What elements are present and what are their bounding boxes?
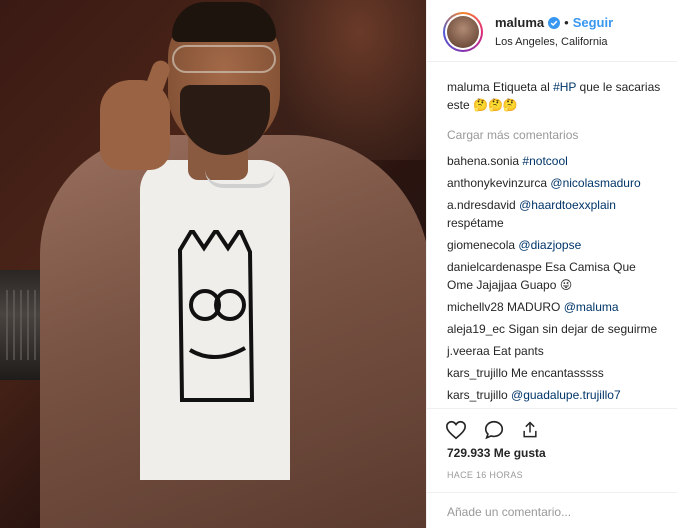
comments-list[interactable]: maluma Etiqueta al #HP que le sacarias e… bbox=[427, 62, 677, 408]
comment-username[interactable]: kars_trujillo bbox=[447, 366, 508, 380]
comment-row: j.veeraa Eat pants bbox=[447, 342, 662, 360]
comment-username[interactable]: aleja19_ec bbox=[447, 322, 505, 336]
comment-icon[interactable] bbox=[483, 419, 505, 441]
caption-text: Etiqueta al bbox=[493, 80, 554, 94]
comment-username[interactable]: kars_trujillo bbox=[447, 388, 508, 402]
post-sidebar: maluma • Seguir Los Angeles, California … bbox=[426, 0, 677, 528]
comment-row: bahena.sonia #notcool bbox=[447, 152, 662, 170]
heart-icon[interactable] bbox=[445, 419, 467, 441]
comment-mention[interactable]: @maluma bbox=[564, 300, 619, 314]
comment-row: michellv28 MADURO @maluma bbox=[447, 298, 662, 316]
hair bbox=[172, 2, 276, 42]
comment-username[interactable]: michellv28 bbox=[447, 300, 504, 314]
comment-text: Eat pants bbox=[489, 344, 544, 358]
chain-necklace bbox=[205, 170, 275, 188]
separator-dot: • bbox=[564, 15, 569, 30]
comment-row: anthonykevinzurca @nicolasmaduro bbox=[447, 174, 662, 192]
caption: maluma Etiqueta al #HP que le sacarias e… bbox=[447, 78, 662, 114]
comment-row: kars_trujillo @guadalupe.trujillo7 bbox=[447, 386, 662, 404]
verified-badge-icon bbox=[548, 16, 561, 29]
comment-mention[interactable]: @haardtoexxplain bbox=[519, 198, 616, 212]
comment-row: giomenecola @diazjopse bbox=[447, 236, 662, 254]
comment-mention[interactable]: @diazjopse bbox=[518, 238, 581, 252]
comment-username[interactable]: anthonykevinzurca bbox=[447, 176, 547, 190]
comment-text: Me encantasssss bbox=[507, 366, 604, 380]
post-photo[interactable] bbox=[0, 0, 426, 528]
comment-row: aleja19_ec Sigan sin dejar de seguirme bbox=[447, 320, 662, 338]
share-icon[interactable] bbox=[520, 419, 540, 441]
location-link[interactable]: Los Angeles, California bbox=[495, 36, 608, 48]
comment-container: bahena.sonia #notcool anthonykevinzurca @… bbox=[447, 152, 662, 408]
avatar[interactable] bbox=[443, 12, 483, 52]
post-timestamp[interactable]: HACE 16 HORAS bbox=[447, 470, 523, 480]
comment-text: Sigan sin dejar de seguirme bbox=[505, 322, 658, 336]
bart-print bbox=[177, 230, 255, 402]
load-more-comments-button[interactable]: Cargar más comentarios bbox=[447, 128, 662, 142]
username-link[interactable]: maluma bbox=[495, 15, 544, 30]
comment-username[interactable]: bahena.sonia bbox=[447, 154, 519, 168]
username-row: maluma • Seguir bbox=[495, 15, 613, 30]
caption-hashtag[interactable]: #HP bbox=[553, 80, 576, 94]
comment-row: kars_trujillo Me encantasssss bbox=[447, 364, 662, 382]
comment-text-after: respétame bbox=[447, 216, 504, 230]
post-header: maluma • Seguir Los Angeles, California bbox=[427, 0, 677, 62]
comment-text: MADURO bbox=[503, 300, 564, 314]
caption-username[interactable]: maluma bbox=[447, 80, 490, 94]
comment-mention[interactable]: @guadalupe.trujillo7 bbox=[511, 388, 621, 402]
comment-username[interactable]: j.veeraa bbox=[447, 344, 490, 358]
comment-mention[interactable]: @nicolasmaduro bbox=[550, 176, 640, 190]
glasses bbox=[172, 45, 276, 73]
comment-username[interactable]: giomenecola bbox=[447, 238, 515, 252]
comment-username[interactable]: a.ndresdavid bbox=[447, 198, 516, 212]
follow-button[interactable]: Seguir bbox=[573, 15, 613, 30]
add-comment-input[interactable]: Añade un comentario... bbox=[427, 492, 677, 528]
comment-row: a.ndresdavid @haardtoexxplain respétame bbox=[447, 196, 662, 232]
comment-row: danielcardenaspe Esa Camisa Que Ome Jaja… bbox=[447, 258, 662, 294]
comment-mention[interactable]: #notcool bbox=[522, 154, 567, 168]
comment-username[interactable]: danielcardenaspe bbox=[447, 260, 542, 274]
likes-count[interactable]: 729.933 Me gusta bbox=[447, 446, 546, 460]
